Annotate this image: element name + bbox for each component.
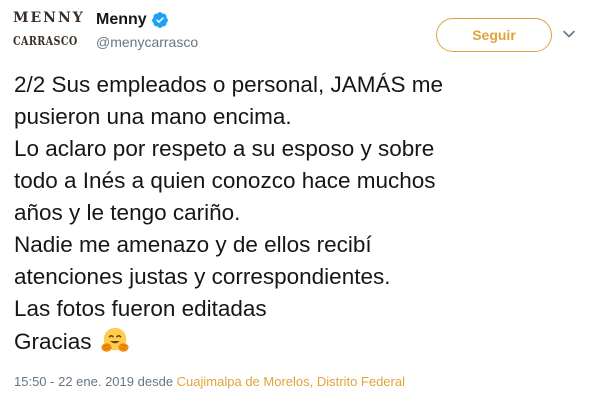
tweet-header: MENNY CARRASCO Menny @menycarrasco Segui… bbox=[10, 6, 583, 58]
avatar[interactable]: MENNY CARRASCO bbox=[13, 8, 85, 56]
display-name[interactable]: Menny bbox=[96, 11, 147, 29]
author-names: Menny @menycarrasco bbox=[96, 10, 198, 50]
tweet-meta: 15:50 - 22 ene. 2019 desde Cuajimalpa de… bbox=[14, 374, 405, 389]
follow-button[interactable]: Seguir bbox=[436, 18, 552, 52]
from-label: desde bbox=[137, 374, 174, 389]
tweet-line: Lo aclaro por respeto a su esposo y sobr… bbox=[14, 136, 435, 161]
chevron-down-icon[interactable] bbox=[562, 27, 576, 41]
tweet-line: 2/2 Sus empleados o personal, JAMÁS me bbox=[14, 72, 443, 97]
tweet-line: años y le tengo cariño. bbox=[14, 200, 241, 225]
tweet-timestamp[interactable]: 15:50 - 22 ene. 2019 bbox=[14, 374, 134, 389]
user-handle[interactable]: @menycarrasco bbox=[96, 34, 198, 50]
tweet-line: todo a Inés a quien conozco hace muchos bbox=[14, 168, 436, 193]
location-link[interactable]: Cuajimalpa de Morelos, Distrito Federal bbox=[177, 374, 405, 389]
tweet-line-last: Gracias bbox=[14, 325, 584, 358]
tweet-line: pusieron una mano encima. bbox=[14, 104, 292, 129]
tweet-line: Las fotos fueron editadas bbox=[14, 296, 267, 321]
avatar-text-bottom: CARRASCO bbox=[13, 34, 78, 48]
hugging-face-icon bbox=[100, 327, 129, 352]
verified-badge-icon bbox=[151, 12, 168, 28]
display-name-row: Menny bbox=[96, 10, 198, 30]
tweet-text: 2/2 Sus empleados o personal, JAMÁS me p… bbox=[14, 69, 584, 358]
tweet-line-text: Gracias bbox=[14, 329, 92, 354]
avatar-text-top: MENNY bbox=[13, 10, 85, 26]
tweet-line: atenciones justas y correspondientes. bbox=[14, 264, 391, 289]
tweet-line: Nadie me amenazo y de ellos recibí bbox=[14, 232, 372, 257]
tweet-card: MENNY CARRASCO Menny @menycarrasco Segui… bbox=[0, 0, 593, 404]
